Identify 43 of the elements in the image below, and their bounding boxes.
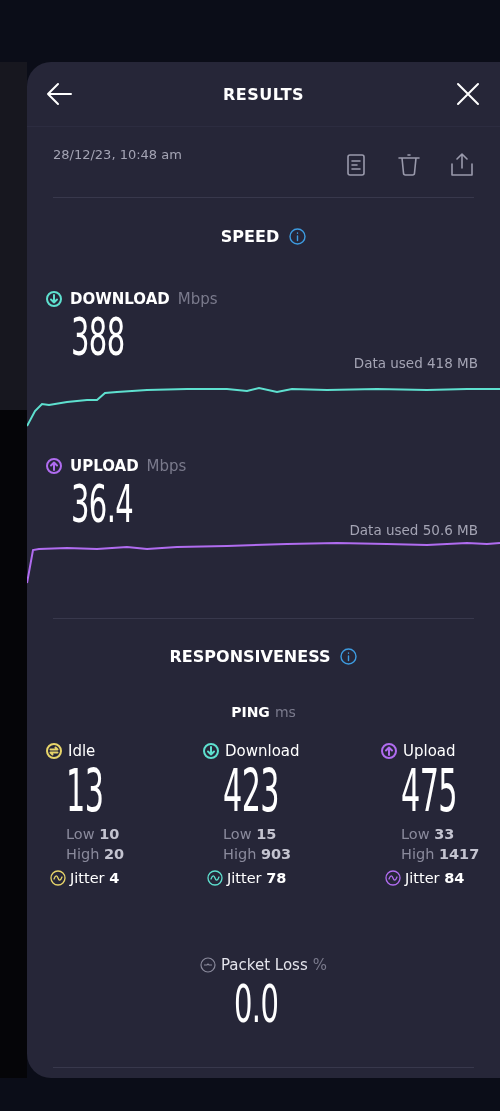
speed-value: 388 bbox=[71, 311, 125, 363]
section-title: SPEED bbox=[220, 227, 280, 246]
ping-label: PING bbox=[231, 704, 270, 720]
packet-loss-label: Packet Loss bbox=[221, 956, 308, 974]
close-icon[interactable] bbox=[454, 80, 482, 108]
test-label: DOWNLOAD bbox=[70, 290, 170, 308]
speed-value: 36.4 bbox=[71, 478, 134, 530]
document-icon[interactable] bbox=[344, 153, 368, 177]
low-value: Low 10 bbox=[66, 826, 120, 842]
ping-value: 423 bbox=[223, 762, 279, 820]
ping-type-label: Upload bbox=[403, 742, 456, 760]
packet-loss-value: 0.0 bbox=[233, 978, 278, 1030]
section-title: RESPONSIVENESS bbox=[169, 647, 331, 666]
screen-title: RESULTS bbox=[222, 84, 305, 104]
unit-label: % bbox=[312, 956, 327, 974]
ping-value: 13 bbox=[66, 762, 104, 820]
trash-icon[interactable] bbox=[397, 153, 421, 177]
high-value: High 903 bbox=[223, 846, 292, 862]
data-used-label: Data used 418 MB bbox=[353, 355, 478, 371]
info-icon[interactable] bbox=[289, 228, 307, 245]
ping-type-label: Idle bbox=[68, 742, 96, 760]
test-timestamp: 28/12/23, 10:48 am bbox=[53, 147, 182, 164]
wave-circle-icon bbox=[385, 870, 401, 886]
jitter-value: Jitter 84 bbox=[405, 870, 465, 886]
ping-type-label: Download bbox=[225, 742, 300, 760]
high-value: High 20 bbox=[66, 846, 125, 862]
unit-label: ms bbox=[274, 704, 296, 720]
jitter-value: Jitter 4 bbox=[70, 870, 120, 886]
wave-circle-icon bbox=[50, 870, 66, 886]
high-value: High 1417 bbox=[401, 846, 480, 862]
packet-loss-icon bbox=[200, 957, 216, 973]
jitter-value: Jitter 78 bbox=[227, 870, 287, 886]
test-label: UPLOAD bbox=[70, 457, 139, 475]
ping-value: 475 bbox=[401, 762, 457, 820]
unit-label: Mbps bbox=[177, 290, 218, 308]
data-used-label: Data used 50.6 MB bbox=[349, 522, 478, 538]
low-value: Low 15 bbox=[223, 826, 277, 842]
info-icon[interactable] bbox=[340, 648, 358, 665]
share-icon[interactable] bbox=[450, 153, 474, 177]
low-value: Low 33 bbox=[401, 826, 455, 842]
back-arrow-icon[interactable] bbox=[45, 80, 73, 108]
wave-circle-icon bbox=[207, 870, 223, 886]
unit-label: Mbps bbox=[146, 457, 187, 475]
